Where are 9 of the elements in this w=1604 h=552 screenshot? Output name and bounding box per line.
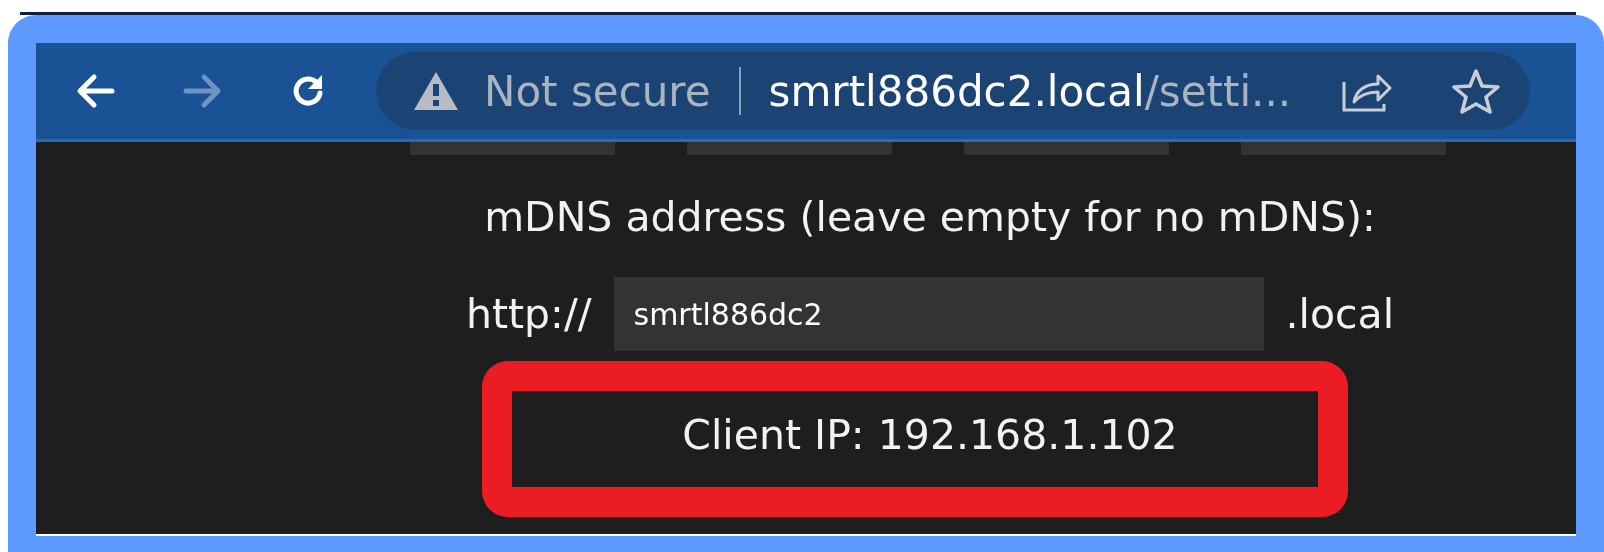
- star-icon[interactable]: [1452, 68, 1500, 114]
- warning-icon[interactable]: [412, 70, 460, 112]
- url-field[interactable]: smrtl886dc2.local/setti...: [768, 66, 1340, 116]
- url-prefix: http://: [465, 290, 592, 338]
- security-label: Not secure: [484, 66, 711, 116]
- hostname-field[interactable]: smrtl886dc2: [613, 277, 1264, 351]
- client-ip-label: Client IP: 192.168.1.102: [682, 411, 1178, 459]
- mdns-label: mDNS address (leave empty for no mDNS):: [484, 193, 1376, 241]
- url-suffix: .local: [1285, 290, 1395, 338]
